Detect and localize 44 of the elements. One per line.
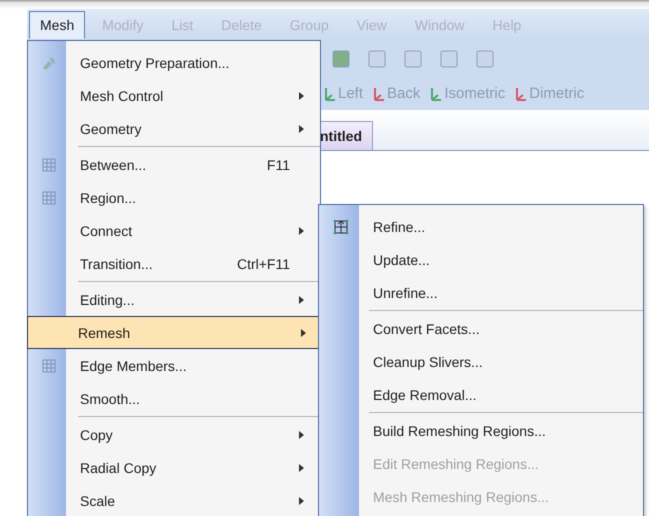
menu-item[interactable]: Unrefine... (320, 276, 642, 309)
document-tab[interactable]: ntitled (320, 121, 373, 150)
menu-item[interactable]: Radial Copy (29, 451, 319, 484)
toolbar-icon[interactable] (438, 48, 460, 70)
submenu-arrow-icon (299, 124, 304, 132)
menu-item[interactable]: Editing... (29, 283, 319, 316)
submenu-arrow-icon (299, 296, 304, 304)
submenu-arrow-icon (301, 328, 306, 336)
menu-item[interactable]: Transition... Ctrl+F11 (29, 247, 319, 280)
grid-icon (41, 358, 57, 374)
menu-bar-item[interactable]: Mesh (29, 10, 86, 38)
submenu-arrow-icon (299, 92, 304, 100)
submenu-arrow-icon (299, 430, 304, 438)
toolbar-icon[interactable] (366, 48, 388, 70)
menu-item[interactable]: Convert Facets... (320, 312, 642, 345)
axes-icon (371, 85, 386, 101)
grid-icon (41, 190, 57, 206)
menu-item[interactable]: Geometry Preparation... (29, 46, 319, 79)
axes-icon (513, 85, 528, 101)
menu-item[interactable]: Refine... (320, 210, 642, 243)
submenu-arrow-icon (299, 464, 304, 472)
menu-item[interactable]: Edge Members... (29, 349, 319, 382)
menu-item[interactable]: Copy (29, 418, 319, 451)
menu-item[interactable]: Connect (29, 214, 319, 247)
mesh-refine-icon (333, 218, 349, 234)
toolbar-icon[interactable] (402, 48, 424, 70)
grid-icon (41, 156, 57, 172)
menu-item[interactable]: Cleanup Slivers... (320, 345, 642, 378)
menu-item[interactable]: Edge Removal... (320, 378, 642, 411)
menu-item[interactable]: Mesh Control (29, 79, 319, 112)
toolbar-icon[interactable] (474, 48, 496, 70)
menu-item[interactable]: Remesh (27, 316, 321, 349)
submenu-arrow-icon (299, 226, 304, 234)
menu-item[interactable]: Build Remeshing Regions... (320, 414, 642, 447)
menu-item[interactable]: Scale (29, 484, 319, 516)
toolbar-icon[interactable] (330, 48, 352, 70)
menu-item[interactable]: Region... (29, 181, 319, 214)
menu-item[interactable]: Smooth... (29, 382, 319, 415)
menu-item[interactable]: Update... (320, 243, 642, 276)
menu-item[interactable]: Geometry (29, 112, 319, 145)
axes-icon (428, 85, 442, 101)
menu-item[interactable]: Between... F11 (29, 148, 319, 181)
axes-icon (322, 85, 336, 101)
submenu-arrow-icon (299, 496, 304, 504)
